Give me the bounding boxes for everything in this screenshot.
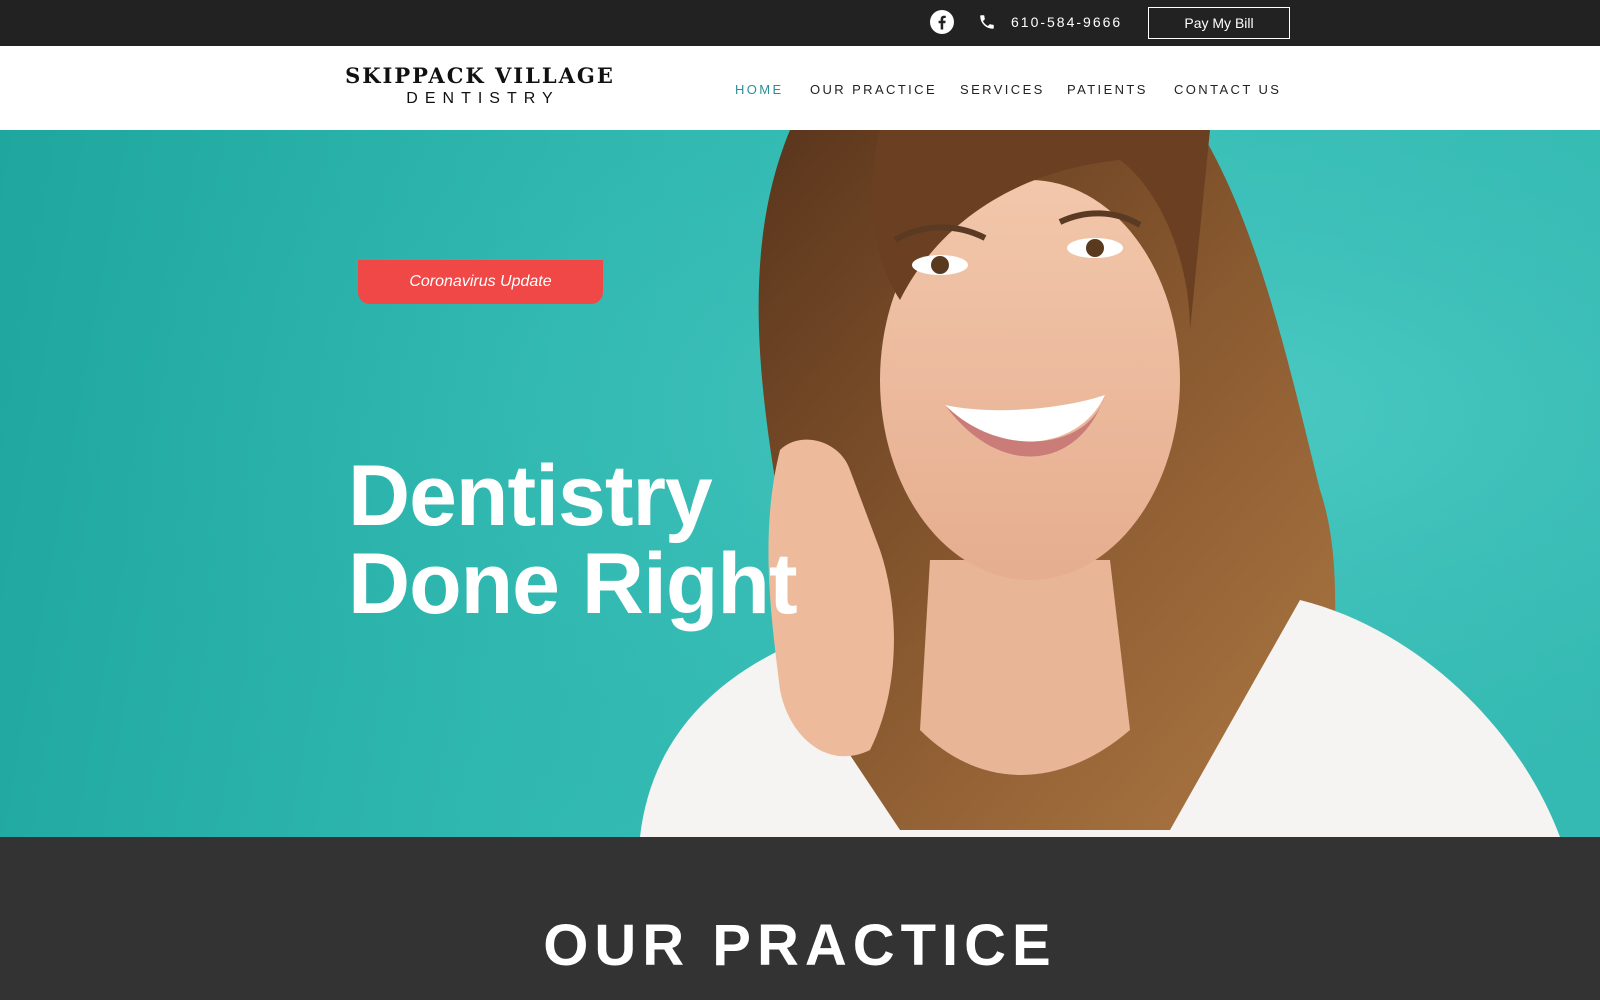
phone-number-link[interactable]: 610-584-9666 bbox=[1011, 14, 1122, 30]
site-header: SKIPPACK VILLAGE DENTISTRY HOME OUR PRAC… bbox=[0, 46, 1600, 130]
nav-item-our-practice[interactable]: OUR PRACTICE bbox=[810, 82, 937, 97]
site-logo[interactable]: SKIPPACK VILLAGE DENTISTRY bbox=[334, 64, 626, 110]
nav-item-patients[interactable]: PATIENTS bbox=[1067, 82, 1148, 97]
nav-item-services[interactable]: SERVICES bbox=[960, 82, 1045, 97]
logo-subtitle: DENTISTRY bbox=[406, 90, 560, 107]
headline-line-2: Done Right bbox=[348, 536, 798, 632]
top-utility-bar: 610-584-9666 Pay My Bill bbox=[0, 0, 1600, 46]
headline-line-1: Dentistry bbox=[348, 448, 713, 544]
hero-headline: Dentistry Done Right bbox=[348, 448, 798, 632]
facebook-icon[interactable] bbox=[930, 10, 954, 34]
hero-banner: Coronavirus Update Dentistry Done Right bbox=[0, 130, 1600, 837]
phone-icon[interactable] bbox=[978, 13, 996, 31]
coronavirus-update-button[interactable]: Coronavirus Update bbox=[358, 260, 603, 304]
hero-portrait-image bbox=[0, 130, 1600, 837]
logo-title: SKIPPACK VILLAGE bbox=[345, 63, 615, 88]
section-title: OUR PRACTICE bbox=[543, 913, 1057, 978]
nav-item-contact-us[interactable]: CONTACT US bbox=[1174, 82, 1281, 97]
nav-item-home[interactable]: HOME bbox=[735, 82, 784, 97]
pay-my-bill-button[interactable]: Pay My Bill bbox=[1148, 7, 1290, 39]
our-practice-section: OUR PRACTICE bbox=[0, 837, 1600, 1000]
